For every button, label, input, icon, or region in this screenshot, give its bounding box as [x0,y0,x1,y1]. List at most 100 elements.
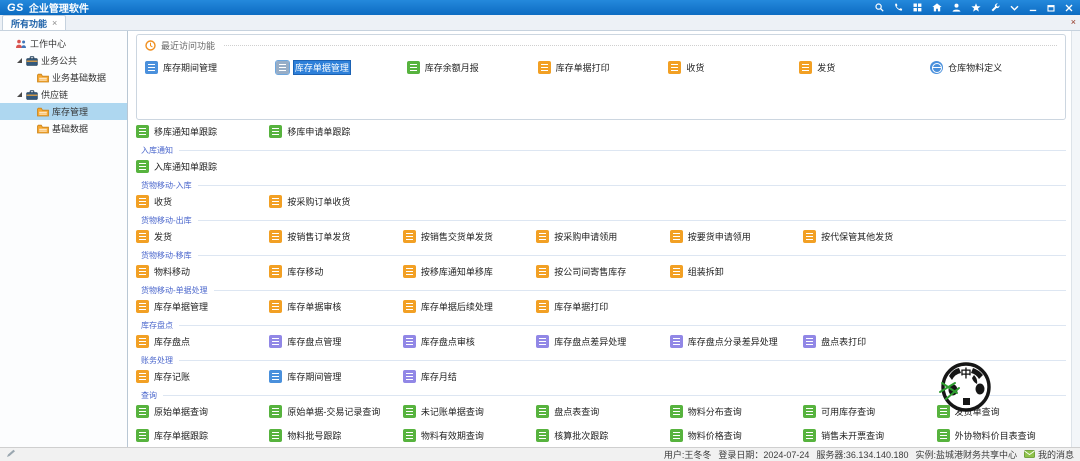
function-icon [937,429,950,442]
function-label: 发货单查询 [955,405,1000,418]
function-item[interactable]: 物料价格查询 [670,428,799,443]
function-item[interactable]: 按采购订单收货 [269,194,398,209]
maximize-icon[interactable] [1047,4,1055,12]
sidebar-item[interactable]: 业务公共 [0,52,127,69]
tab-close-icon[interactable]: × [52,18,57,28]
section-header: 货物移动-出库 [136,215,1066,226]
statusbar: 用户:王冬冬 登录日期：2024-07-24 服务器:36.134.140.18… [0,447,1080,461]
close-icon[interactable] [1065,4,1073,12]
function-item[interactable]: 发货 [136,229,265,244]
function-label: 未记账单据查询 [421,405,484,418]
section-title: 货物移动-单据处理 [136,285,208,296]
function-item[interactable]: 库存单据打印 [538,60,665,75]
function-item[interactable]: 收货 [668,60,795,75]
function-item[interactable]: 库存单据管理 [276,60,403,75]
function-item[interactable]: 库存单据打印 [536,299,665,314]
star-icon[interactable] [971,3,981,12]
sidebar-item[interactable]: 工作中心 [0,35,127,52]
function-item[interactable]: 移库通知单跟踪 [136,124,265,139]
sidebar-item[interactable]: 供应链 [0,86,127,103]
function-icon [536,300,549,313]
section-grid: 原始单据查询 原始单据-交易记录查询 未记账单据查询 盘点表查询物料分布查询可用库存查… [136,401,1066,447]
function-item[interactable]: 外协物料价目表查询 [937,428,1066,443]
function-item[interactable]: 库存期间管理 [145,60,272,75]
function-item[interactable]: 物料有效期查询 [403,428,532,443]
function-label: 库存单据管理 [294,61,350,74]
function-item[interactable]: 未记账单据查询 [403,404,532,419]
tree-expand-icon[interactable] [15,92,23,97]
function-icon [403,335,416,348]
function-item[interactable]: 物料分布查询 [670,404,799,419]
function-item[interactable]: 库存期间管理 [269,369,398,384]
wrench-icon[interactable] [991,3,1000,12]
function-item[interactable]: 原始单据查询 [136,404,265,419]
function-item[interactable]: 库存移动 [269,264,398,279]
function-item[interactable]: 库存盘点差异处理 [536,334,665,349]
tab-all-functions[interactable]: 所有功能 × [2,15,66,30]
section-divider [179,325,1066,326]
function-item[interactable]: 库存盘点管理 [269,334,398,349]
function-item[interactable]: 盘点表打印 [803,334,932,349]
function-label: 入库通知单跟踪 [154,160,217,173]
function-item[interactable]: 库存盘点 [136,334,265,349]
chevron-down-icon[interactable] [1010,5,1019,11]
function-item[interactable]: 库存月结 [403,369,532,384]
function-icon [403,265,416,278]
function-label: 发货 [154,230,172,243]
function-item[interactable]: 按移库通知单移库 [403,264,532,279]
function-item[interactable]: 库存单据后续处理 [403,299,532,314]
function-item[interactable]: 核算批次跟踪 [536,428,665,443]
function-item[interactable]: 可用库存查询 [803,404,932,419]
tabbar-corner-close-icon[interactable]: × [1071,17,1076,27]
function-item[interactable]: 移库申请单跟踪 [269,124,398,139]
function-item[interactable]: 组装拆卸 [670,264,799,279]
search-icon[interactable] [875,3,884,12]
tree-expand-icon[interactable] [15,58,23,63]
statusbar-pen-icon [6,449,16,460]
function-item[interactable]: 物料批号跟踪 [269,428,398,443]
sidebar-item[interactable]: 基础数据 [0,120,127,137]
user-icon[interactable] [952,3,961,12]
function-item[interactable]: 按销售交货单发货 [403,229,532,244]
function-item[interactable]: 发货 [799,60,926,75]
home-icon[interactable] [932,3,942,12]
function-item[interactable]: 发货单查询 [937,404,1066,419]
function-item[interactable]: 盘点表查询 [536,404,665,419]
function-icon [269,300,282,313]
function-item[interactable]: 按要货申请领用 [670,229,799,244]
function-icon [269,125,282,138]
sidebar-item-label: 工作中心 [30,37,66,50]
function-item[interactable]: 按代保管其他发货 [803,229,932,244]
function-item[interactable]: 入库通知单跟踪 [136,159,265,174]
function-item[interactable]: 收货 [136,194,265,209]
function-item[interactable]: 库存单据管理 [136,299,265,314]
sidebar-item[interactable]: 库存管理 [0,103,127,120]
section-header: 库存盘点 [136,320,1066,331]
function-item[interactable]: 库存盘点审核 [403,334,532,349]
function-label: 库存期间管理 [287,370,341,383]
function-icon [136,370,149,383]
function-item[interactable]: 库存单据跟踪 [136,428,265,443]
function-item[interactable]: 库存记账 [136,369,265,384]
sidebar-item-label: 基础数据 [52,122,88,135]
function-item[interactable]: 原始单据-交易记录查询 [269,404,398,419]
envelope-icon [1024,450,1035,460]
sidebar-item[interactable]: 业务基础数据 [0,69,127,86]
vertical-scrollbar[interactable] [1071,31,1080,447]
function-item[interactable]: 库存单据审核 [269,299,398,314]
function-item[interactable]: 物料移动 [136,264,265,279]
function-item[interactable]: 按销售订单发货 [269,229,398,244]
apps-icon[interactable] [913,3,922,12]
minimize-icon[interactable] [1029,4,1037,12]
function-item[interactable]: 按公司间寄售库存 [536,264,665,279]
section-title: 货物移动-出库 [136,215,192,226]
phone-icon[interactable] [894,3,903,12]
function-item[interactable]: 销售未开票查询 [803,428,932,443]
function-item[interactable]: 库存盘点分录差异处理 [670,334,799,349]
my-messages-link[interactable]: 我的消息 [1024,448,1074,461]
function-label: 原始单据-交易记录查询 [287,405,380,418]
function-item[interactable]: 按采购申请领用 [536,229,665,244]
function-item[interactable]: 库存余额月报 [407,60,534,75]
function-item[interactable]: 仓库物料定义 [930,60,1057,75]
function-label: 按采购订单收货 [287,195,350,208]
